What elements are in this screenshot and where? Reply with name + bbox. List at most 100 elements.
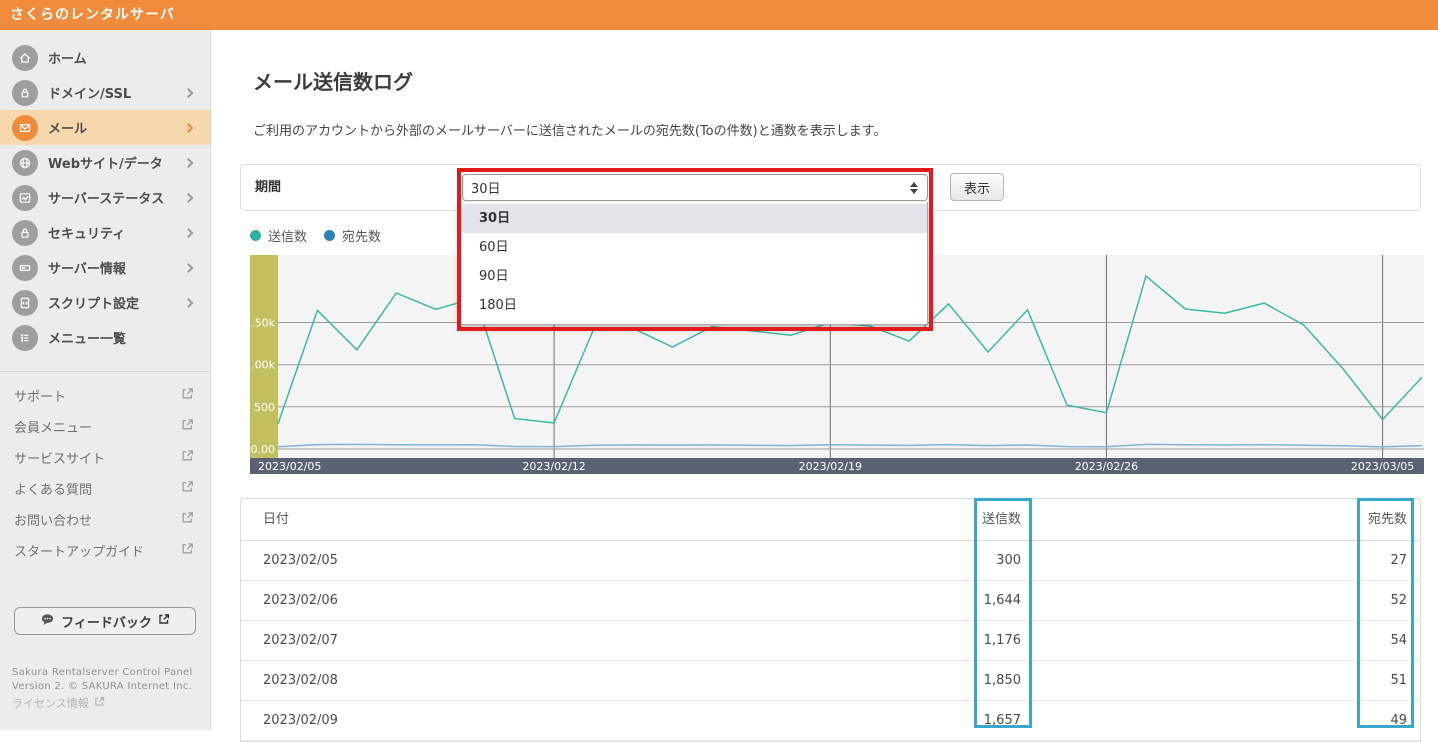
chevron-right-icon	[184, 298, 194, 308]
sidebar-item-home[interactable]: ホーム	[0, 40, 210, 75]
sidebar-item-label: サーバー情報	[48, 258, 126, 277]
feedback-button[interactable]: フィードバック	[14, 607, 196, 635]
chevron-right-icon	[184, 228, 194, 238]
cell-sent: 1,850	[984, 661, 1021, 701]
main-content: メール送信数ログ ご利用のアカウントから外部のメールサーバーに送信されたメールの…	[211, 30, 1438, 730]
domain-ssl-icon	[12, 80, 38, 106]
sidebar: ホームドメイン/SSLメールWebサイト/データサーバーステータスセキュリティサ…	[0, 30, 211, 730]
external-link-icon	[181, 387, 194, 404]
col-header-dest: 宛先数	[1368, 499, 1407, 541]
col-header-date: 日付	[263, 499, 289, 541]
mail-log-table: 日付 送信数 宛先数 2023/02/05300272023/02/06 1,64…	[240, 498, 1421, 742]
license-label: ライセンス情報	[12, 695, 89, 711]
cell-dest: 27	[1390, 541, 1407, 581]
table-row: 2023/02/091,65749	[241, 701, 1420, 741]
cell-dest: 51	[1390, 661, 1407, 701]
cell-date: 2023/02/06	[263, 581, 338, 621]
external-link-icon	[181, 480, 194, 497]
sidebar-link-service-site[interactable]: サービスサイト	[0, 442, 210, 473]
sidebar-item-label: ドメイン/SSL	[48, 83, 131, 102]
chevron-right-icon	[184, 123, 194, 133]
sidebar-link-support[interactable]: サポート	[0, 380, 210, 411]
security-icon	[12, 220, 38, 246]
period-dropdown-list: 30日60日90日180日	[460, 202, 928, 325]
sidebar-item-security[interactable]: セキュリティ	[0, 215, 210, 250]
sidebar-link-startup-guide[interactable]: スタートアップガイド	[0, 535, 210, 566]
period-select[interactable]: 30日	[462, 174, 928, 201]
cell-dest: 54	[1390, 621, 1407, 661]
sidebar-link-label: サービスサイト	[14, 448, 105, 467]
sidebar-item-menu-list[interactable]: メニュー一覧	[0, 320, 210, 355]
external-link-icon	[158, 613, 170, 629]
period-option[interactable]: 90日	[461, 262, 927, 291]
external-link-icon	[181, 418, 194, 435]
speech-bubble-icon	[40, 613, 55, 630]
sidebar-item-server-info[interactable]: サーバー情報	[0, 250, 210, 285]
external-link-icon	[181, 449, 194, 466]
external-link-icon	[181, 542, 194, 559]
sidebar-item-mail[interactable]: メール	[0, 110, 210, 145]
cell-date: 2023/02/05	[263, 541, 338, 581]
svg-text:2023/03/05: 2023/03/05	[1351, 460, 1414, 473]
svg-text:500: 500	[254, 401, 275, 414]
sidebar-link-faq[interactable]: よくある質問	[0, 473, 210, 504]
chevron-right-icon	[184, 193, 194, 203]
external-link-icon	[181, 511, 194, 528]
svg-text:2023/02/19: 2023/02/19	[799, 460, 862, 473]
sidebar-divider	[0, 371, 210, 372]
cell-date: 2023/02/09	[263, 701, 338, 741]
period-option[interactable]: 60日	[461, 233, 927, 262]
cell-dest: 52	[1390, 581, 1407, 621]
svg-text:2023/02/05: 2023/02/05	[258, 460, 321, 473]
show-button[interactable]: 表示	[950, 173, 1004, 201]
server-info-icon	[12, 255, 38, 281]
sidebar-item-label: メール	[48, 118, 87, 137]
cell-date: 2023/02/08	[263, 661, 338, 701]
legend-dot-icon	[324, 230, 335, 241]
website-data-icon	[12, 150, 38, 176]
page-description: ご利用のアカウントから外部のメールサーバーに送信されたメールの宛先数(Toの件数…	[253, 120, 886, 139]
chevron-right-icon	[184, 158, 194, 168]
period-option[interactable]: 180日	[461, 291, 927, 320]
sidebar-link-label: サポート	[14, 386, 66, 405]
sidebar-item-domain-ssl[interactable]: ドメイン/SSL	[0, 75, 210, 110]
sidebar-link-label: よくある質問	[14, 479, 92, 498]
sidebar-item-label: Webサイト/データ	[48, 153, 163, 172]
table-body: 2023/02/05300272023/02/061,644522023/02/…	[241, 541, 1420, 741]
sidebar-item-website-data[interactable]: Webサイト/データ	[0, 145, 210, 180]
period-option[interactable]: 30日	[461, 204, 927, 233]
table-row: 2023/02/06 1,644 52	[241, 581, 1420, 621]
home-icon	[12, 45, 38, 71]
sidebar-link-contact[interactable]: お問い合わせ	[0, 504, 210, 535]
chevron-right-icon	[184, 263, 194, 273]
script-settings-icon	[12, 290, 38, 316]
table-header-row: 日付 送信数 宛先数	[241, 499, 1420, 541]
sidebar-link-member-menu[interactable]: 会員メニュー	[0, 411, 210, 442]
select-arrows-icon	[910, 182, 918, 194]
app-title: さくらのレンタルサーバ	[10, 0, 175, 30]
table-row: 2023/02/0530027	[241, 541, 1420, 581]
y-axis-band	[250, 255, 278, 458]
server-status-icon	[12, 185, 38, 211]
table-row: 2023/02/08 1,850 51	[241, 661, 1420, 701]
sidebar-item-label: セキュリティ	[48, 223, 125, 242]
svg-text:2023/02/12: 2023/02/12	[522, 460, 585, 473]
svg-text:0.00: 0.00	[251, 443, 276, 456]
sidebar-links: サポート会員メニューサービスサイトよくある質問お問い合わせスタートアップガイド	[0, 380, 210, 566]
sidebar-link-label: お問い合わせ	[14, 510, 92, 529]
sidebar-item-server-status[interactable]: サーバーステータス	[0, 180, 210, 215]
page-title: メール送信数ログ	[253, 66, 413, 95]
col-header-sent: 送信数	[982, 499, 1021, 541]
cell-date: 2023/02/07	[263, 621, 338, 661]
sidebar-item-script-settings[interactable]: スクリプト設定	[0, 285, 210, 320]
cell-dest: 49	[1390, 701, 1407, 741]
external-link-icon	[94, 696, 105, 710]
chevron-right-icon	[184, 88, 194, 98]
legend-item: 送信数	[250, 226, 307, 245]
chart-legend: 送信数宛先数	[250, 226, 389, 245]
cell-sent: 1,176	[984, 621, 1021, 661]
license-link[interactable]: ライセンス情報	[12, 695, 105, 711]
feedback-label: フィードバック	[61, 612, 152, 631]
cell-sent: 1,644	[984, 581, 1021, 621]
legend-dot-icon	[250, 230, 261, 241]
